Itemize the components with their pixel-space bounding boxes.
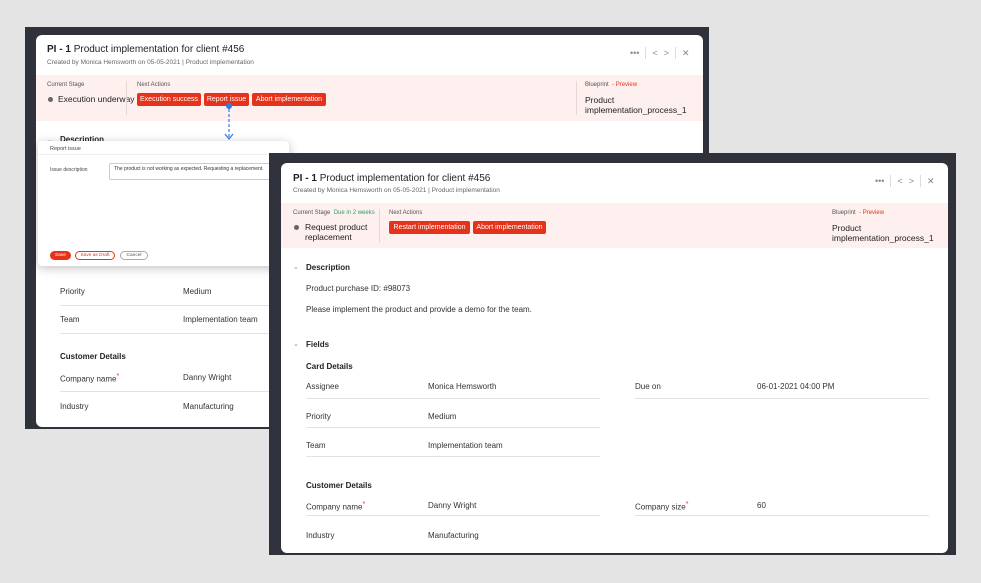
dialog-title: Report issue	[50, 146, 81, 152]
save-button[interactable]: Save	[50, 251, 71, 260]
more-icon[interactable]: •••	[630, 48, 639, 58]
description-heading: Description	[306, 263, 351, 272]
current-stage-label: Current Stage	[47, 82, 85, 88]
company-size-label: Company size*	[635, 501, 689, 512]
save-as-draft-button[interactable]: Save as Draft	[75, 251, 115, 260]
issue-description-label: Issue description	[50, 167, 88, 173]
next-icon[interactable]: >	[909, 176, 914, 186]
priority-value[interactable]: Medium	[428, 412, 456, 421]
due-on-value[interactable]: 06-01-2021 04:00 PM	[757, 382, 834, 391]
back-priority-label: Priority	[60, 287, 85, 296]
prev-icon[interactable]: <	[652, 48, 657, 58]
current-stage-label: Current Stage Due in 2 weeks	[293, 210, 375, 216]
back-customer-details-heading: Customer Details	[60, 352, 126, 361]
description-line-1: Product purchase ID: #98073	[306, 284, 411, 293]
stage-dot-icon	[294, 225, 299, 230]
front-record-card: PI - 1 Product implementation for client…	[281, 163, 948, 553]
blueprint-name: Product implementation_process_1	[585, 95, 687, 115]
blueprint-preview-link[interactable]: - Preview	[612, 82, 637, 88]
current-stage: Request product replacement	[305, 222, 368, 242]
next-icon[interactable]: >	[664, 48, 669, 58]
current-stage: Execution underway	[58, 94, 135, 104]
execution-success-button[interactable]: Execution success	[137, 93, 201, 106]
abort-implementation-button[interactable]: Abort implementation	[473, 221, 546, 234]
back-team-value: Implementation team	[183, 315, 258, 324]
stage-dot-icon	[48, 97, 53, 102]
cancel-button[interactable]: Cancel	[120, 251, 148, 260]
assignee-label: Assignee	[306, 382, 339, 391]
team-label: Team	[306, 441, 326, 450]
industry-value[interactable]: Manufacturing	[428, 531, 479, 540]
arrow-down-icon	[224, 103, 234, 140]
assignee-value[interactable]: Monica Hemsworth	[428, 382, 496, 391]
blueprint-label: Blueprint - Preview	[585, 82, 638, 88]
company-size-value[interactable]: 60	[757, 501, 766, 510]
chevron-down-icon[interactable]: ⌄	[293, 340, 299, 348]
back-company-name-value: Danny Wright	[183, 373, 232, 382]
back-team-label: Team	[60, 315, 80, 324]
back-window-controls: ••• < > ✕	[630, 47, 690, 59]
abort-implementation-button[interactable]: Abort implementation	[252, 93, 326, 106]
restart-implementation-button[interactable]: Restart implementation	[389, 221, 470, 234]
blueprint-name: Product implementation_process_1	[832, 223, 934, 243]
back-priority-value: Medium	[183, 287, 212, 296]
back-subtitle: Created by Monica Hemsworth on 05-05-202…	[47, 59, 254, 66]
description-line-2: Please implement the product and provide…	[306, 305, 532, 314]
chevron-down-icon[interactable]: ⌄	[293, 263, 299, 271]
due-on-label: Due on	[635, 382, 661, 391]
customer-details-heading: Customer Details	[306, 481, 372, 490]
close-icon[interactable]: ✕	[927, 176, 935, 187]
industry-label: Industry	[306, 531, 335, 540]
back-industry-label: Industry	[60, 402, 89, 411]
issue-description-field[interactable]: The product is not working as expected. …	[109, 163, 276, 180]
more-icon[interactable]: •••	[875, 176, 884, 186]
priority-label: Priority	[306, 412, 331, 421]
due-label: Due in 2 weeks	[333, 210, 375, 216]
back-industry-value: Manufacturing	[183, 402, 234, 411]
blueprint-label: Blueprint - Preview	[832, 210, 885, 216]
back-title: PI - 1 Product implementation for client…	[47, 44, 245, 55]
fields-heading: Fields	[306, 340, 330, 349]
blueprint-preview-link[interactable]: - Preview	[859, 210, 884, 216]
company-name-value[interactable]: Danny Wright	[428, 501, 476, 510]
back-stage-band: Current Stage Execution underway Next Ac…	[36, 75, 703, 121]
front-title: PI - 1 Product implementation for client…	[293, 173, 491, 184]
close-icon[interactable]: ✕	[682, 48, 690, 59]
front-subtitle: Created by Monica Hemsworth on 05-05-202…	[293, 187, 500, 194]
next-actions-label: Next Actions	[389, 210, 423, 216]
prev-icon[interactable]: <	[897, 176, 902, 186]
front-stage-band: Current Stage Due in 2 weeks Request pro…	[281, 203, 948, 248]
card-details-heading: Card Details	[306, 362, 353, 371]
team-value[interactable]: Implementation team	[428, 441, 503, 450]
report-issue-dialog: Report issue Issue description The produ…	[38, 141, 289, 266]
back-company-name-label: Company name*	[60, 373, 120, 384]
company-name-label: Company name*	[306, 501, 366, 512]
next-actions-label: Next Actions	[137, 82, 171, 88]
front-window-controls: ••• < > ✕	[875, 175, 935, 187]
